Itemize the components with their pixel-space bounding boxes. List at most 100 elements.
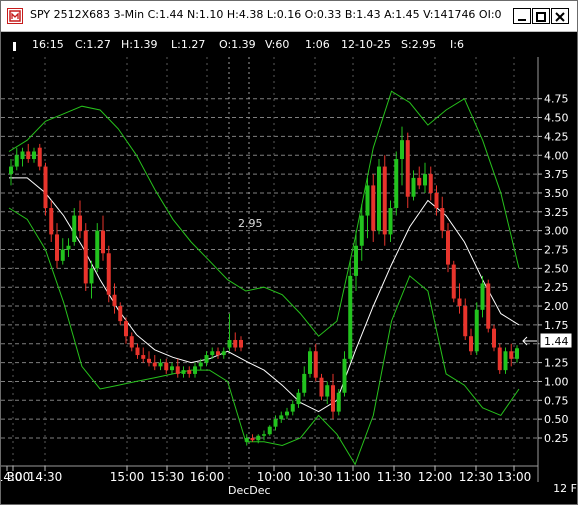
candle	[147, 351, 151, 367]
x-tick-label: 16:00	[190, 470, 225, 484]
candle-body	[112, 294, 117, 307]
candle-body	[60, 249, 65, 261]
candle-body	[227, 339, 232, 348]
candle-body	[451, 264, 456, 299]
candle-body	[313, 351, 318, 378]
candle	[474, 302, 479, 356]
grid-lines	[1, 98, 538, 439]
candle-body	[371, 185, 376, 231]
x-tick-label: 14:00	[1, 470, 30, 484]
candle-body	[193, 366, 197, 374]
candle	[175, 358, 180, 378]
y-tick-label: 4.00	[544, 149, 569, 162]
candle	[60, 238, 65, 265]
candle	[187, 366, 192, 378]
candle	[308, 347, 312, 378]
y-tick-label: 3.50	[544, 187, 569, 200]
candle	[32, 147, 36, 163]
candle-body	[124, 321, 128, 337]
candle	[319, 373, 324, 401]
current-price-label: 1.44	[544, 335, 569, 348]
candle	[221, 347, 226, 359]
candle-body	[405, 140, 410, 197]
candle	[348, 260, 353, 363]
candle	[486, 279, 491, 333]
candle	[400, 126, 404, 186]
candle-body	[216, 351, 220, 356]
candle	[296, 388, 301, 408]
y-tick-label: 3.25	[544, 206, 569, 219]
y-tick-label: 2.75	[544, 244, 569, 257]
price-chart[interactable]: 2.95 4.75 4.50 4.25 4.00 3.75 3.50 3.25 3.00 2.7…	[1, 1, 577, 504]
candle-body	[486, 283, 491, 329]
candle-body	[497, 347, 502, 371]
candle-body	[210, 351, 215, 356]
candle-body	[26, 151, 31, 160]
candle	[290, 400, 295, 416]
candle	[440, 196, 445, 239]
candle-body	[503, 351, 508, 371]
candle-body	[285, 411, 289, 416]
candle	[158, 358, 163, 371]
time-grid-lines	[12, 57, 515, 466]
candle-body	[83, 230, 88, 284]
candle-body	[239, 339, 243, 348]
candle-body	[187, 370, 192, 374]
candle-body	[411, 177, 416, 197]
y-tick-label: 4.50	[544, 112, 569, 125]
candle	[382, 155, 387, 246]
candle-body	[492, 328, 496, 348]
candle	[428, 166, 433, 201]
y-tick-label: 0.50	[544, 413, 569, 426]
candle-body	[244, 438, 249, 442]
candle-body	[43, 166, 48, 209]
candle-body	[181, 370, 186, 374]
candle	[267, 425, 272, 436]
candle-body	[417, 177, 422, 186]
candle	[302, 366, 307, 397]
crosshair-value-label: 2.95	[238, 217, 263, 230]
candle-body	[290, 404, 295, 412]
y-tick-label: 4.75	[544, 93, 569, 106]
candle-body	[308, 351, 312, 374]
candle	[497, 343, 502, 374]
candle	[457, 283, 462, 314]
candle-body	[32, 151, 36, 160]
candle	[411, 170, 416, 201]
candle	[204, 351, 209, 367]
chart-window: SPY 2512X683 3-Min C:1.44 N:1.10 H:4.38 …	[0, 0, 578, 505]
candle	[181, 366, 186, 378]
x-tick-label: 11:30	[377, 470, 412, 484]
candle-body	[233, 339, 238, 348]
candle	[227, 313, 232, 352]
candle-body	[434, 192, 439, 209]
candle-body	[474, 309, 479, 352]
candle-body	[9, 166, 13, 175]
candle-body	[147, 358, 151, 363]
candle	[72, 208, 77, 246]
y-tick-label: 0.25	[544, 432, 569, 445]
candle	[371, 174, 376, 242]
candle	[336, 388, 341, 416]
candle-body	[377, 166, 381, 231]
y-tick-label: 2.00	[544, 300, 569, 313]
candle-body	[101, 230, 105, 254]
candle-body	[72, 215, 77, 242]
y-tick-label: 2.50	[544, 262, 569, 275]
candle-body	[336, 392, 341, 412]
candle-body	[49, 208, 54, 235]
candle-body	[348, 275, 353, 359]
candle-body	[279, 415, 284, 420]
candle	[250, 434, 255, 442]
candle-body	[440, 208, 445, 231]
candle	[388, 200, 393, 242]
candle	[112, 283, 117, 314]
candle	[423, 162, 427, 193]
candle-body	[250, 438, 255, 441]
candle-body	[302, 373, 307, 393]
y-tick-label: 1.25	[544, 357, 569, 370]
candle	[492, 324, 496, 352]
x-axis-ticks: 3014:0014:3015:0015:3016:0010:0010:3011:…	[1, 466, 531, 484]
candle-body	[365, 185, 370, 216]
candle	[463, 298, 468, 340]
